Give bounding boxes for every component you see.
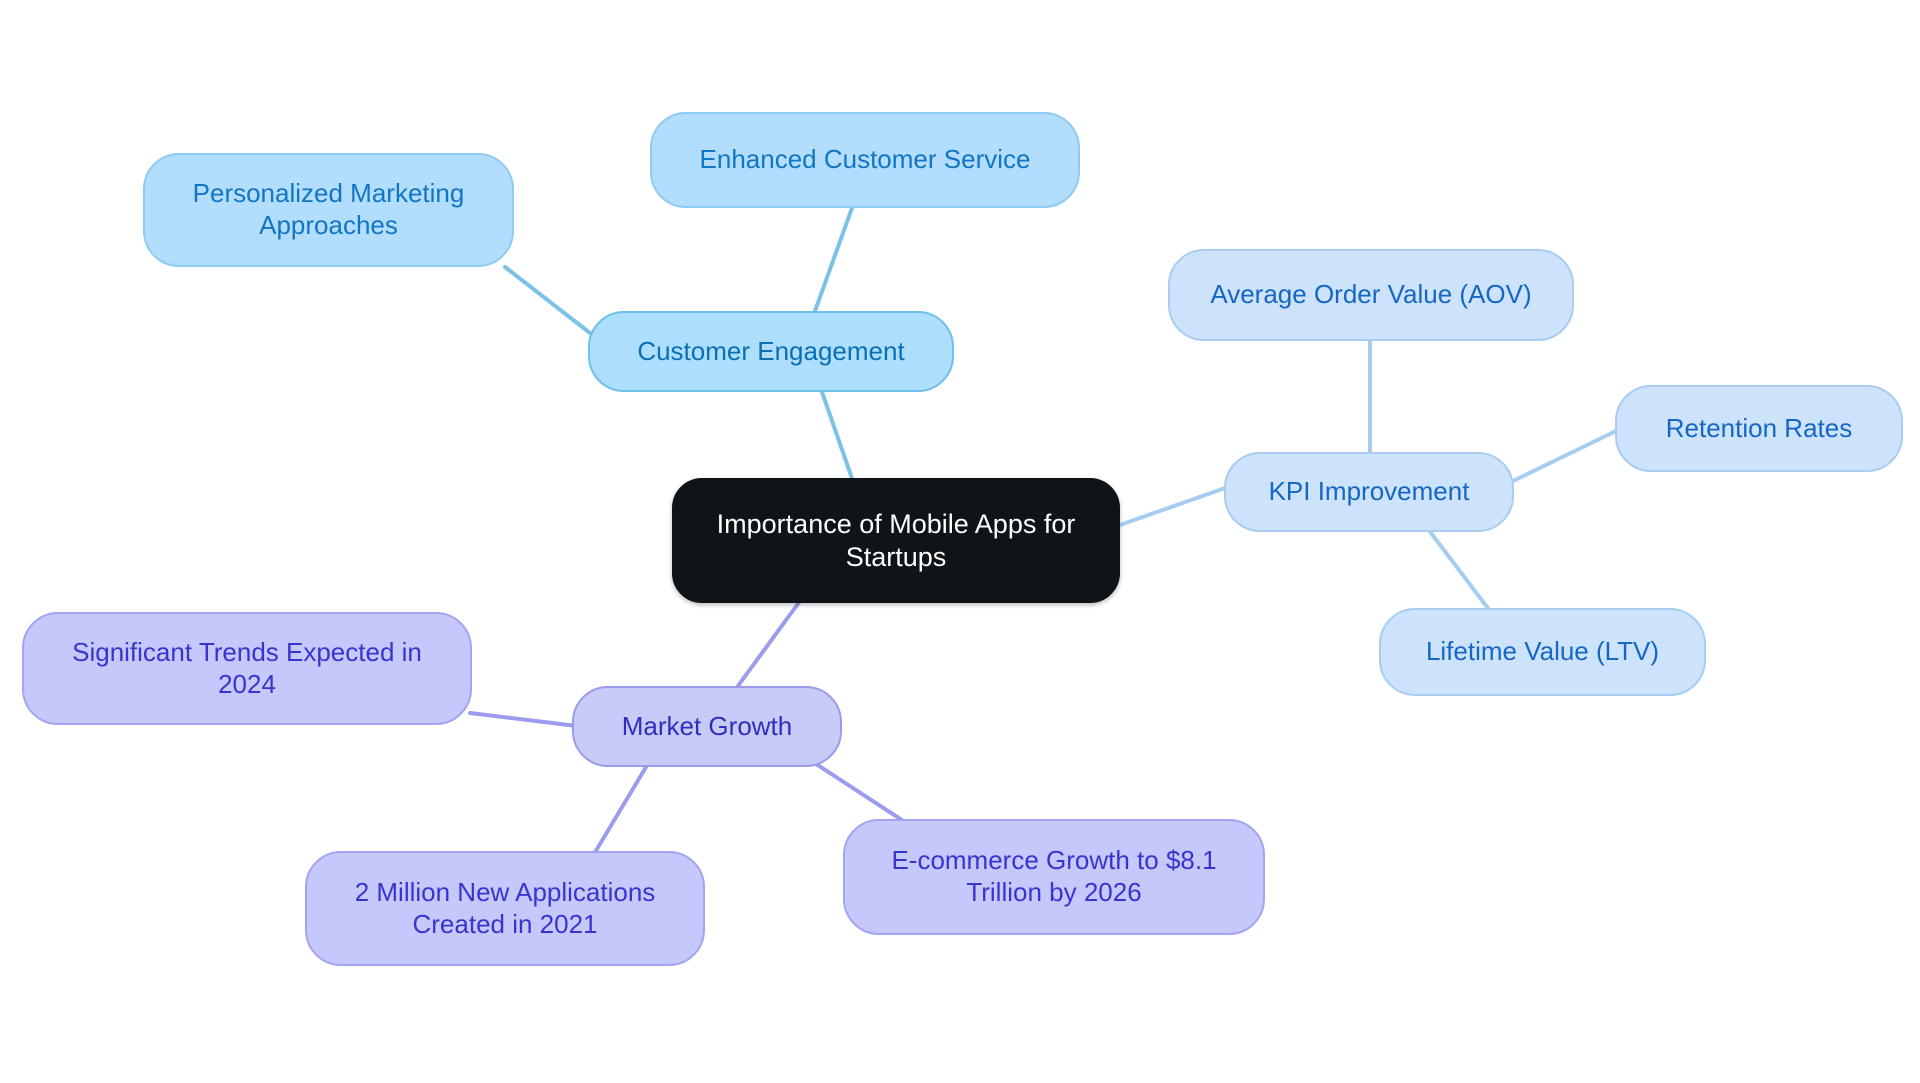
edge-market-growth-to-significant-trends: [468, 711, 579, 728]
leaf-node-retention-rates[interactable]: Retention Rates: [1615, 385, 1903, 472]
root-node[interactable]: Importance of Mobile Apps for Startups: [672, 478, 1120, 603]
leaf-node-personalized-marketing-approaches[interactable]: Personalized Marketing Approaches: [143, 153, 514, 267]
edge-customer-engagement-to-personalized-marketing: [503, 265, 592, 335]
edge-market-growth-to-two-million-new-applications: [592, 765, 648, 856]
branch-node-customer-engagement[interactable]: Customer Engagement: [588, 311, 954, 392]
leaf-node-ecommerce-growth-2026[interactable]: E-commerce Growth to $8.1 Trillion by 20…: [843, 819, 1265, 935]
edge-root-to-customer-engagement: [820, 390, 857, 489]
branch-node-market-growth[interactable]: Market Growth: [572, 686, 842, 767]
leaf-node-lifetime-value[interactable]: Lifetime Value (LTV): [1379, 608, 1706, 696]
branch-node-kpi-improvement[interactable]: KPI Improvement: [1224, 452, 1514, 532]
leaf-node-enhanced-customer-service[interactable]: Enhanced Customer Service: [650, 112, 1080, 208]
leaf-node-average-order-value[interactable]: Average Order Value (AOV): [1168, 249, 1574, 341]
leaf-node-significant-trends-2024[interactable]: Significant Trends Expected in 2024: [22, 612, 472, 725]
mindmap-canvas: Importance of Mobile Apps for Startups C…: [0, 0, 1920, 1083]
edge-root-to-kpi-improvement: [1118, 485, 1230, 527]
edge-kpi-improvement-to-lifetime-value: [1423, 523, 1492, 613]
leaf-node-two-million-new-applications[interactable]: 2 Million New Applications Created in 20…: [305, 851, 705, 966]
edge-kpi-improvement-to-retention-rates: [1511, 428, 1620, 483]
edge-customer-engagement-to-enhanced-customer-service: [813, 206, 854, 313]
edge-market-growth-to-ecommerce-growth: [811, 760, 907, 824]
edge-root-to-market-growth: [733, 599, 802, 692]
